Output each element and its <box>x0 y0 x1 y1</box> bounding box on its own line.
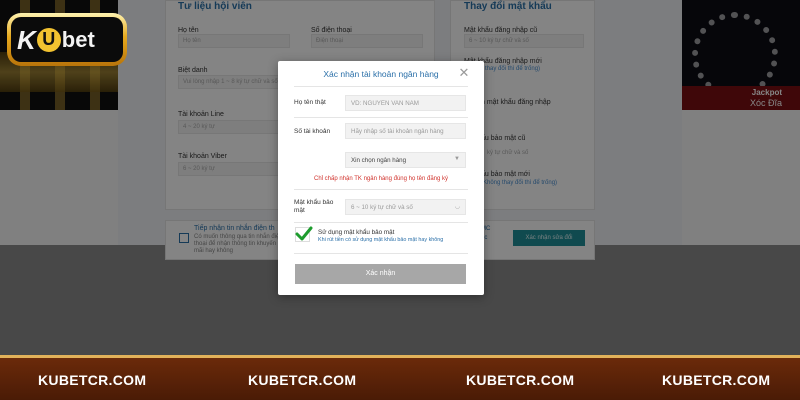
footer-link[interactable]: KUBETCR.COM <box>466 372 574 388</box>
security-password-input[interactable]: 6 ~ 10 ký tự chữ và số ◡ <box>345 199 466 215</box>
use-security-password-title: Sử dụng mật khẩu bảo mật <box>318 229 395 236</box>
checkmark-icon <box>295 226 313 241</box>
footer-bar: KUBETCR.COM KUBETCR.COM KUBETCR.COM KUBE… <box>0 355 800 400</box>
divider <box>294 253 468 254</box>
footer-link[interactable]: KUBETCR.COM <box>248 372 356 388</box>
footer-link[interactable]: KUBETCR.COM <box>38 372 146 388</box>
security-password-label: Mật khẩu bảo mật <box>294 199 334 214</box>
bank-account-modal: Xác nhận tài khoản ngân hàng ✕ Họ tên th… <box>278 61 484 295</box>
kubet-logo[interactable]: K U bet <box>7 13 127 66</box>
bank-select[interactable]: Xin chọn ngân hàng ▼ <box>345 152 466 168</box>
footer-link[interactable]: KUBETCR.COM <box>662 372 770 388</box>
eye-icon[interactable]: ◡ <box>455 203 460 210</box>
modal-title: Xác nhận tài khoản ngân hàng <box>323 69 439 79</box>
account-number-input[interactable]: Hãy nhập số tài khoản ngân hàng <box>345 123 466 139</box>
close-icon[interactable]: ✕ <box>458 66 470 79</box>
divider <box>294 86 468 87</box>
divider <box>294 117 468 118</box>
divider <box>294 189 468 190</box>
bank-select-value: Xin chọn ngân hàng <box>351 157 407 164</box>
divider <box>294 222 468 223</box>
real-name-label: Họ tên thật <box>294 99 326 106</box>
security-password-placeholder: 6 ~ 10 ký tự chữ và số <box>351 204 413 211</box>
real-name-input[interactable]: VD: NGUYEN VAN NAM <box>345 95 466 111</box>
chevron-down-icon: ▼ <box>454 156 460 162</box>
use-security-password-checkbox[interactable] <box>295 226 313 242</box>
account-number-label: Số tài khoản <box>294 128 331 135</box>
confirm-button[interactable]: Xác nhận <box>295 264 466 284</box>
use-security-password-subtitle: Khi rút tiền có sử dụng mật khẩu bảo mật… <box>318 237 444 243</box>
bank-warning: Chỉ chấp nhận TK ngân hàng đúng họ tên đ… <box>314 176 448 182</box>
